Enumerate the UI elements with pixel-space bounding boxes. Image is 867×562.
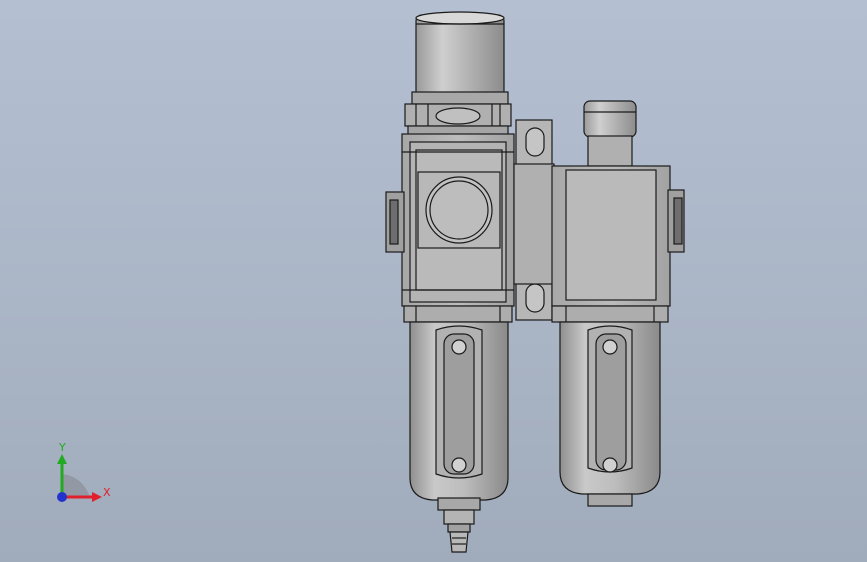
right-outlet-port xyxy=(667,189,685,253)
cad-model-assembly[interactable] xyxy=(0,0,867,562)
left-inlet-port xyxy=(385,191,405,253)
regulator-body[interactable] xyxy=(401,133,515,323)
filter-bowl[interactable] xyxy=(409,321,509,501)
z-axis-dot xyxy=(57,492,67,502)
x-axis-arrow xyxy=(92,492,102,502)
lubricator-body[interactable] xyxy=(551,165,671,323)
regulator-knob[interactable] xyxy=(411,11,509,105)
graphics-viewport[interactable]: Y X xyxy=(0,0,867,562)
y-axis-arrow xyxy=(57,454,67,464)
lubricator-bowl[interactable] xyxy=(559,321,661,507)
drain-fitting[interactable] xyxy=(437,497,481,553)
triad-xy-plane-shade xyxy=(62,474,90,497)
reference-triad: Y X xyxy=(48,440,118,510)
lubricator-sight-dome[interactable] xyxy=(583,100,637,167)
x-axis-label: X xyxy=(103,486,111,499)
lock-nut xyxy=(404,103,512,137)
y-axis-label: Y xyxy=(59,441,66,454)
mounting-bracket xyxy=(513,119,555,321)
